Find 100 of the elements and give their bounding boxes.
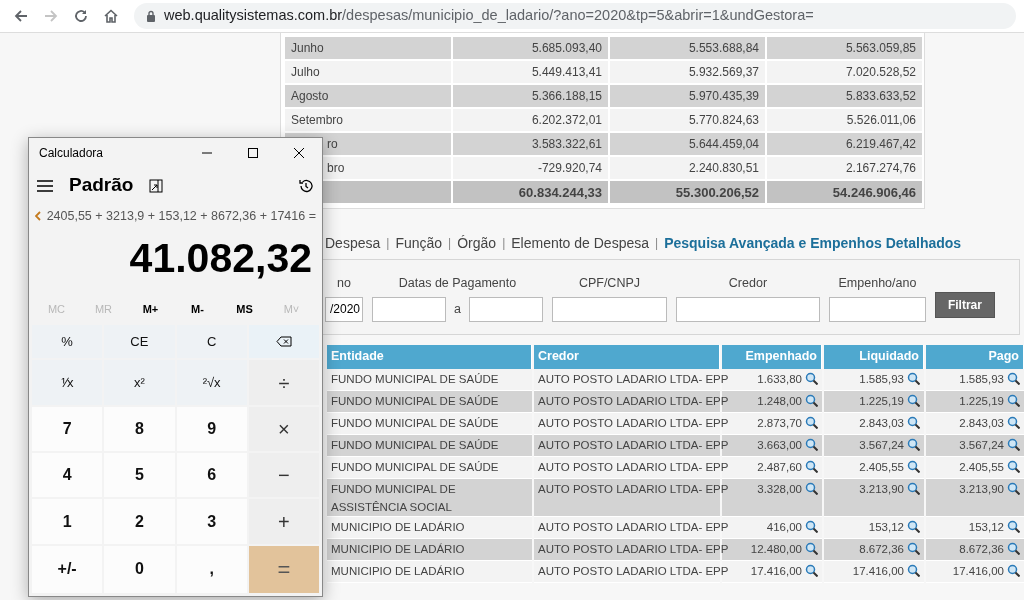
calculator-key[interactable]: 7: [32, 406, 103, 452]
table-cell: 5.553.688,84: [610, 37, 765, 59]
magnifier-icon[interactable]: [907, 564, 920, 578]
magnifier-icon[interactable]: [805, 481, 818, 495]
magnifier-icon[interactable]: [907, 437, 920, 451]
table-cell: 3.663,00: [757, 438, 802, 451]
calculator-key[interactable]: ×: [248, 406, 319, 452]
menu-icon[interactable]: [37, 179, 53, 192]
magnifier-icon[interactable]: [907, 459, 920, 473]
maximize-icon[interactable]: [248, 148, 258, 158]
nav-link[interactable]: Função: [395, 232, 443, 254]
lock-icon: [146, 10, 156, 22]
calculator-key[interactable]: x²: [104, 360, 175, 405]
table-cell: AUTO POSTO LADARIO LTDA- EPP: [538, 460, 729, 473]
backspace-button[interactable]: [248, 324, 319, 359]
memory-button[interactable]: M+: [127, 301, 174, 325]
calculator-key[interactable]: =: [248, 545, 319, 593]
magnifier-icon[interactable]: [907, 371, 920, 385]
calculator-key[interactable]: 2: [104, 499, 175, 544]
magnifier-icon[interactable]: [805, 415, 818, 429]
magnifier-icon[interactable]: [1007, 437, 1020, 451]
nav-link[interactable]: Elemento de Despesa: [511, 232, 650, 254]
nav-link[interactable]: Órgão: [457, 232, 497, 254]
table-cell: AUTO POSTO LADARIO LTDA- EPP: [538, 416, 729, 429]
magnifier-icon[interactable]: [1007, 459, 1020, 473]
magnifier-icon[interactable]: [907, 415, 920, 429]
magnifier-icon[interactable]: [1007, 415, 1020, 429]
filter-button[interactable]: Filtrar: [934, 292, 995, 318]
magnifier-icon[interactable]: [805, 520, 818, 534]
table-cell: 2.240.830,51: [610, 157, 765, 179]
table-cell: 8.672,36: [859, 543, 904, 556]
table-cell: FUNDO MUNICIPAL DE SAÚDE: [331, 416, 499, 429]
magnifier-icon[interactable]: [805, 393, 818, 407]
calculator-key[interactable]: 9: [176, 406, 247, 452]
memory-button[interactable]: MS: [221, 301, 268, 325]
calculator-key[interactable]: ,: [176, 545, 247, 593]
calculator-key[interactable]: C: [176, 324, 247, 359]
magnifier-icon[interactable]: [1007, 371, 1020, 385]
calculator-key[interactable]: 6: [176, 453, 247, 498]
magnifier-icon[interactable]: [907, 520, 920, 534]
magnifier-icon[interactable]: [1007, 542, 1020, 556]
chevron-left-icon[interactable]: [35, 211, 41, 222]
home-icon[interactable]: [103, 8, 119, 24]
input-field[interactable]: /2020: [325, 296, 363, 322]
keep-on-top-icon[interactable]: [149, 178, 164, 193]
field-label: a: [454, 300, 461, 318]
address-bar[interactable]: web.qualitysistemas.com.br/despesas/municipio_de_ladario/?ano=2020&tp=5&abrir=1&undGestora=: [134, 3, 1016, 29]
magnifier-icon[interactable]: [907, 542, 920, 556]
magnifier-icon[interactable]: [805, 437, 818, 451]
magnifier-icon[interactable]: [1007, 393, 1020, 407]
calculator-key[interactable]: ÷: [248, 360, 319, 405]
calculator-key[interactable]: 8: [104, 406, 175, 452]
table-cell: 5.644.459,04: [610, 133, 765, 155]
table-cell: 1.225,19: [859, 394, 904, 407]
magnifier-icon[interactable]: [805, 564, 818, 578]
field-label: Empenho/ano: [838, 275, 917, 292]
calculator-key[interactable]: 4: [32, 453, 103, 498]
input-field[interactable]: [551, 296, 667, 322]
reload-icon[interactable]: [73, 8, 89, 24]
separator: |: [655, 235, 659, 252]
calculator-key[interactable]: CE: [104, 324, 175, 359]
close-icon[interactable]: [294, 148, 304, 158]
table-cell: 1.633,80: [757, 372, 802, 385]
calculator-key[interactable]: %: [32, 324, 103, 359]
table-cell: 1.248,00: [757, 394, 802, 407]
magnifier-icon[interactable]: [1007, 564, 1020, 578]
magnifier-icon[interactable]: [805, 371, 818, 385]
magnifier-icon[interactable]: [1007, 481, 1020, 495]
calculator-key[interactable]: 3: [176, 499, 247, 544]
table-cell: FUNDO MUNICIPAL DE SAÚDE: [331, 438, 499, 451]
back-icon[interactable]: [13, 8, 29, 24]
table-cell: AUTO POSTO LADARIO LTDA- EPP: [538, 394, 729, 407]
memory-button[interactable]: M-: [174, 301, 221, 325]
calculator-key[interactable]: −: [248, 453, 319, 498]
calculator-key[interactable]: ⅟x: [32, 360, 103, 405]
calculator-key[interactable]: ²√x: [176, 360, 247, 405]
magnifier-icon[interactable]: [907, 481, 920, 495]
magnifier-icon[interactable]: [907, 393, 920, 407]
calculator-key[interactable]: 0: [104, 545, 175, 593]
calculator-key[interactable]: 1: [32, 499, 103, 544]
input-field[interactable]: [828, 296, 926, 322]
calculator-key[interactable]: 5: [104, 453, 175, 498]
table-cell: 5.366.188,15: [453, 85, 608, 107]
input-field[interactable]: [675, 296, 820, 322]
table-cell: 153,12: [968, 521, 1004, 534]
table-cell: 17.416,00: [952, 565, 1004, 578]
calculator-key[interactable]: +: [248, 499, 319, 544]
calculator-key[interactable]: +/-: [32, 545, 103, 593]
nav-link[interactable]: Despesa: [325, 232, 381, 254]
magnifier-icon[interactable]: [805, 459, 818, 473]
magnifier-icon[interactable]: [805, 542, 818, 556]
nav-link[interactable]: Pesquisa Avançada e Empenhos Detalhados: [664, 232, 962, 254]
table-cell: 6.219.467,42: [767, 133, 922, 155]
input-field[interactable]: [468, 296, 543, 322]
magnifier-icon[interactable]: [1007, 520, 1020, 534]
table-cell: Agosto: [285, 85, 451, 107]
history-icon[interactable]: [298, 177, 314, 194]
input-field[interactable]: [372, 296, 446, 322]
table-cell: 2.843,03: [959, 416, 1004, 429]
table-cell: 2.873,70: [757, 416, 802, 429]
